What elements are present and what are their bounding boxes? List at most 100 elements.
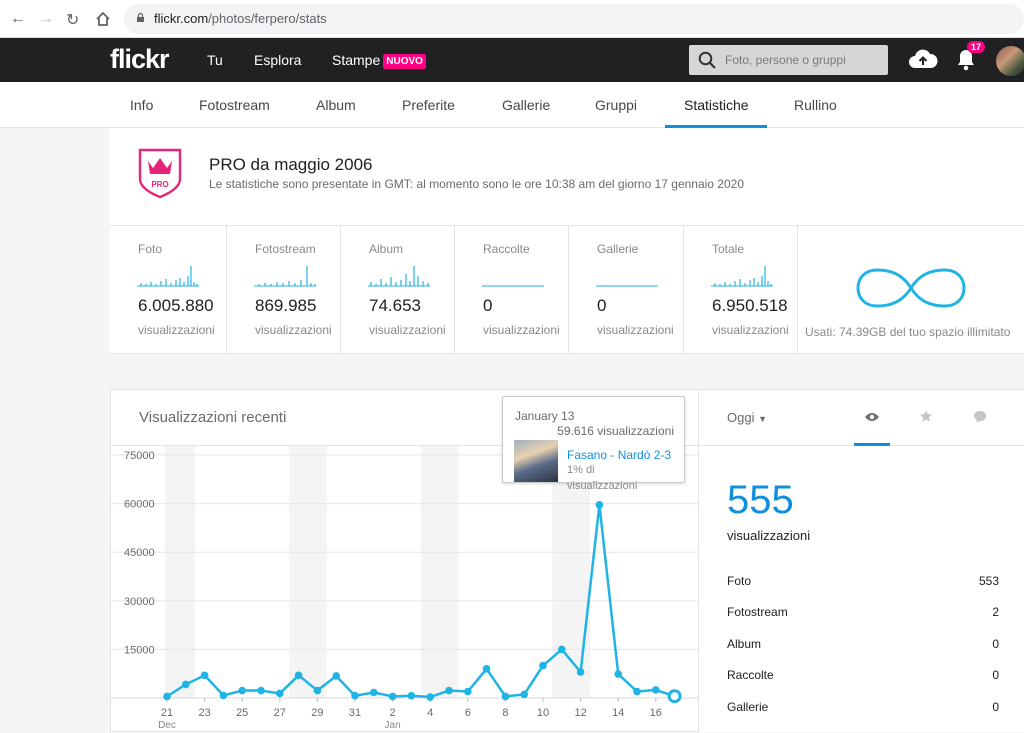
y-tick-label: 60000 <box>124 499 155 511</box>
back-arrow-icon[interactable]: ← <box>10 10 26 28</box>
stat-galleries[interactable]: Gallerie 0 visualizzazioni <box>569 226 684 354</box>
breakdown-row: Fotostream 2 <box>727 605 999 619</box>
data-point <box>520 690 528 699</box>
stat-sparkline <box>368 266 430 287</box>
pro-subtitle: Le statistiche sono presentate in GMT: a… <box>209 177 745 191</box>
tooltip-photo-title[interactable]: Fasano - Nardò 2-3 <box>567 448 671 462</box>
x-tick-label: 23 <box>198 707 210 719</box>
stat-sparkline <box>711 266 773 287</box>
new-badge: NUOVO <box>383 54 426 69</box>
tooltip-views: 59.616 visualizzazioni <box>557 424 674 438</box>
stat-unit: visualizzazioni <box>369 323 446 337</box>
caret-down-icon: ▼ <box>758 414 768 424</box>
data-point <box>558 645 566 654</box>
today-views-label: visualizzazioni <box>727 528 811 543</box>
avatar[interactable] <box>996 46 1024 76</box>
chart-tooltip: January 13 59.616 visualizzazioni Fasano… <box>502 396 685 492</box>
stat-albums[interactable]: Album 74.653 visualizzazioni <box>341 226 455 354</box>
data-point <box>576 668 585 676</box>
nav-explore[interactable]: Esplora <box>254 52 301 68</box>
data-point <box>219 691 228 700</box>
tab-albums[interactable]: Album <box>316 97 356 113</box>
storage-usage-text: Usati: 74.39GB del tuo spazio illimitato <box>805 325 1011 339</box>
x-tick-label: 29 <box>311 707 323 719</box>
tab-stats[interactable]: Statistiche <box>684 97 749 113</box>
tab-galleries[interactable]: Gallerie <box>502 97 550 113</box>
nav-prints[interactable]: Stampe NUOVO <box>332 52 426 69</box>
reload-icon[interactable]: ↻ <box>66 10 79 30</box>
data-point <box>238 686 246 695</box>
stat-unit: visualizzazioni <box>138 323 215 337</box>
breakdown-row: Gallerie 0 <box>727 700 999 714</box>
data-point <box>652 686 660 694</box>
stat-label: Gallerie <box>597 242 639 256</box>
faves-star-icon[interactable] <box>919 409 933 423</box>
stat-unit: visualizzazioni <box>712 323 789 337</box>
stat-collections[interactable]: Raccolte 0 visualizzazioni <box>455 226 569 354</box>
pro-status-card: PRO PRO da maggio 2006 Le statistiche so… <box>110 128 1024 226</box>
breakdown-row: Raccolte 0 <box>727 668 999 682</box>
stat-sparkline <box>254 266 316 287</box>
data-point <box>445 686 453 695</box>
stat-value: 0 <box>597 296 607 315</box>
tab-camera-roll[interactable]: Rullino <box>794 97 837 113</box>
search-input[interactable] <box>725 45 883 75</box>
tab-faves[interactable]: Preferite <box>402 97 455 113</box>
tab-info[interactable]: Info <box>130 97 153 113</box>
flickr-logo[interactable]: flickr <box>110 44 170 75</box>
active-metric-indicator <box>854 443 890 446</box>
upload-cloud-icon[interactable] <box>908 48 938 70</box>
stat-label: Foto <box>138 242 163 256</box>
search-icon[interactable] <box>698 51 717 70</box>
stat-label: Album <box>369 242 404 256</box>
x-tick-label: 25 <box>236 707 248 719</box>
stat-total[interactable]: Totale 6.950.518 visualizzazioni <box>684 226 798 354</box>
data-point <box>539 661 547 670</box>
weekend-band <box>165 446 196 698</box>
tooltip-percent-unit: visualizzazioni <box>567 480 638 492</box>
stat-sparkline <box>137 266 199 287</box>
y-tick-label: 75000 <box>124 450 155 462</box>
lock-icon <box>137 13 144 22</box>
address-bar[interactable]: flickr.com/photos/ferpero/stats <box>124 4 1024 34</box>
photo-thumbnail[interactable] <box>514 440 558 482</box>
data-point <box>482 665 491 673</box>
breakdown-value: 0 <box>992 700 999 714</box>
breakdown-value: 0 <box>992 637 999 651</box>
breakdown-label: Album <box>727 637 762 651</box>
today-summary-panel: Oggi ▼ 555 visualizzazioni Foto 553 Fotos… <box>699 389 1024 732</box>
home-icon[interactable] <box>95 11 111 27</box>
y-tick-label: 30000 <box>124 596 155 608</box>
stat-sparkline <box>596 285 658 287</box>
stat-value: 0 <box>483 296 493 315</box>
tab-groups[interactable]: Gruppi <box>595 97 637 113</box>
data-point <box>595 501 604 509</box>
nav-you[interactable]: Tu <box>207 52 223 68</box>
views-eye-icon[interactable] <box>864 411 880 423</box>
stat-value: 74.653 <box>369 296 421 315</box>
period-dropdown[interactable]: Oggi ▼ <box>727 410 767 425</box>
breakdown-row: Album 0 <box>727 637 999 651</box>
stat-photostream[interactable]: Fotostream 869.985 visualizzazioni <box>227 226 341 354</box>
comments-bubble-icon[interactable] <box>973 410 987 423</box>
data-point <box>332 672 340 680</box>
url-host: flickr.com <box>154 11 209 26</box>
data-point <box>294 671 303 680</box>
url-text: flickr.com/photos/ferpero/stats <box>154 11 327 26</box>
x-month-label: Dec <box>158 720 176 731</box>
breakdown-label: Foto <box>727 574 752 588</box>
tab-photostream[interactable]: Fotostream <box>199 97 270 113</box>
notification-count-badge: 17 <box>967 41 986 53</box>
data-point <box>426 693 435 701</box>
weekend-band <box>420 446 459 698</box>
stat-unit: visualizzazioni <box>255 323 332 337</box>
period-label: Oggi <box>727 410 755 425</box>
x-tick-label: 10 <box>537 707 549 719</box>
data-point <box>276 689 284 698</box>
x-tick-label: 16 <box>650 707 662 719</box>
forward-arrow-icon[interactable]: → <box>38 10 54 28</box>
browser-toolbar: ← → ↻ flickr.com/photos/ferpero/stats <box>0 0 1024 38</box>
breakdown-label: Gallerie <box>727 700 769 714</box>
data-point <box>407 691 416 700</box>
stat-photos[interactable]: Foto 6.005.880 visualizzazioni <box>110 226 227 354</box>
